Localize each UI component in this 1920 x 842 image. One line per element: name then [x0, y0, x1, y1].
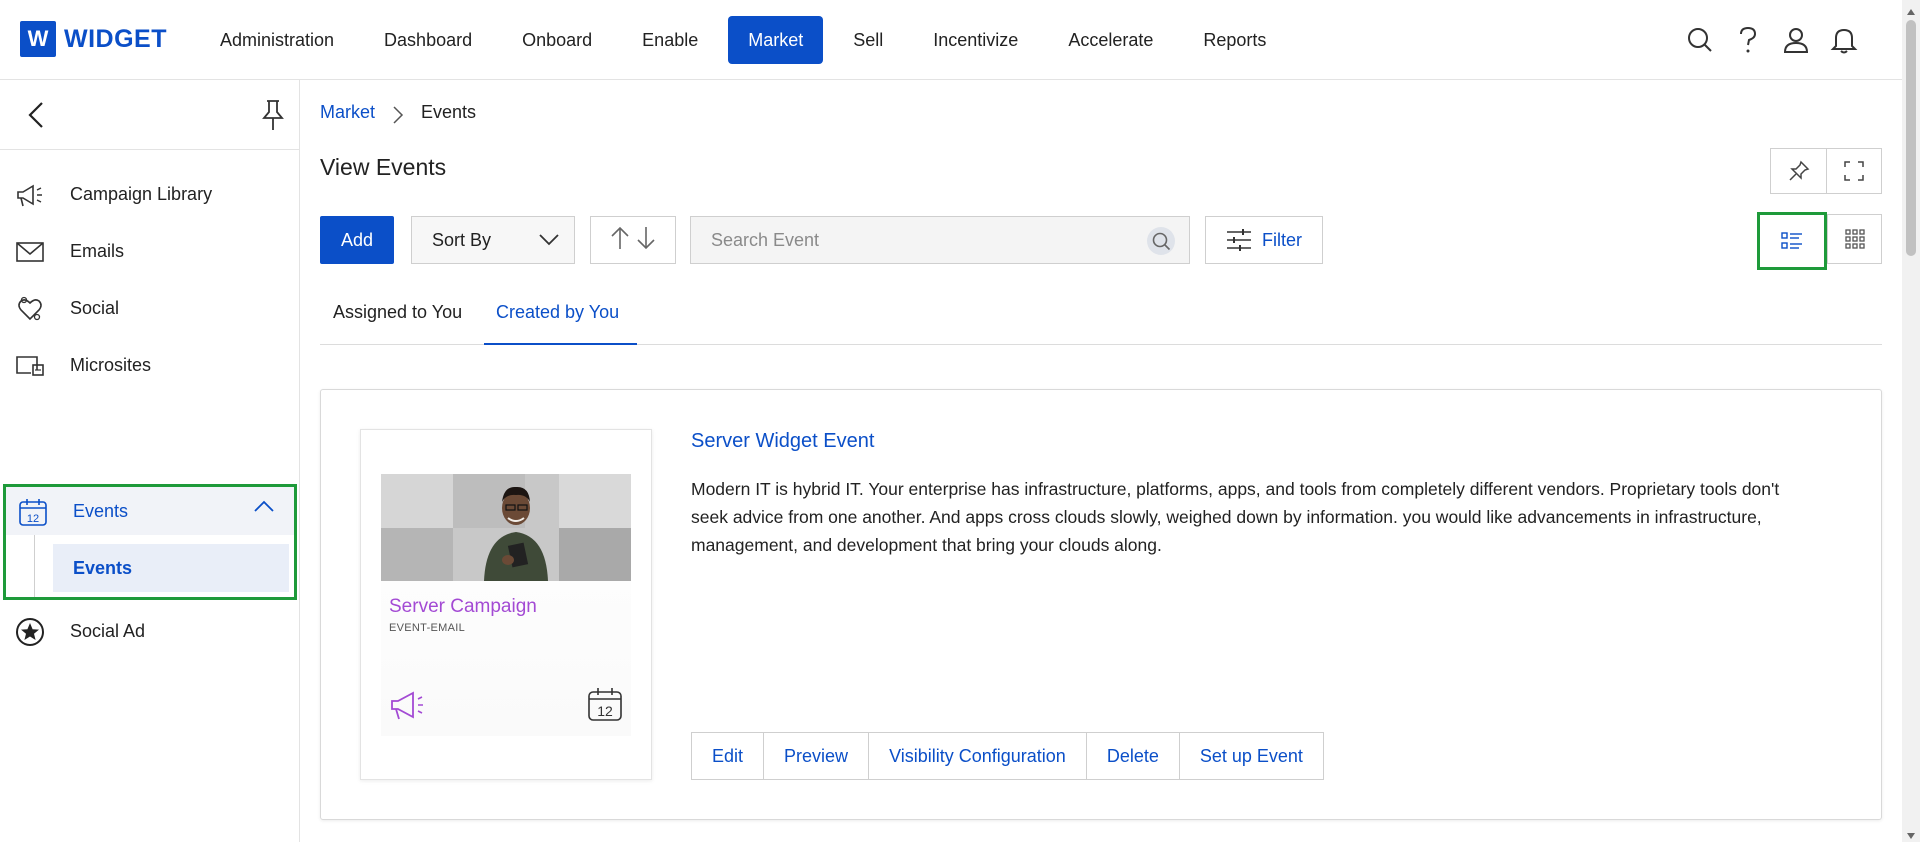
tabs: Assigned to You Created by You	[320, 302, 1882, 345]
delete-button[interactable]: Delete	[1085, 733, 1179, 779]
tab-created-by-you[interactable]: Created by You	[484, 302, 637, 345]
logo-text: WIDGET	[64, 24, 167, 53]
set-up-event-button[interactable]: Set up Event	[1178, 733, 1323, 779]
sort-direction-button[interactable]	[590, 216, 676, 264]
tab-assigned-to-you[interactable]: Assigned to You	[333, 302, 462, 345]
nav-accelerate[interactable]: Accelerate	[1048, 16, 1173, 64]
sidebar: Campaign Library Emails Social Microsite…	[0, 80, 300, 842]
grid-view-button[interactable]	[1827, 214, 1882, 264]
view-toggle	[1757, 212, 1882, 270]
calendar-day: 12	[27, 513, 39, 525]
user-icon[interactable]	[1778, 22, 1814, 58]
arrow-up-icon	[609, 225, 631, 256]
filter-button[interactable]: Filter	[1205, 216, 1323, 264]
nav-sell[interactable]: Sell	[833, 16, 903, 64]
header-actions	[1770, 148, 1882, 194]
grid-view-icon	[1844, 229, 1865, 249]
visibility-configuration-button[interactable]: Visibility Configuration	[868, 733, 1086, 779]
pin-icon[interactable]	[1771, 149, 1826, 193]
megaphone-icon	[14, 179, 46, 211]
fullscreen-icon[interactable]	[1826, 149, 1881, 193]
tree-line	[34, 535, 35, 597]
megaphone-icon	[389, 688, 431, 722]
filter-label: Filter	[1262, 229, 1302, 250]
sidebar-item-label: Social Ad	[70, 621, 146, 641]
event-card: Server Campaign EVENT-EMAIL 12 Server Wi…	[320, 389, 1882, 820]
list-view-button[interactable]	[1757, 212, 1827, 270]
event-title[interactable]: Server Widget Event	[691, 430, 874, 453]
sidebar-item-campaign-library[interactable]: Campaign Library	[0, 166, 298, 223]
nav-incentivize[interactable]: Incentivize	[913, 16, 1038, 64]
sidebar-events-group: 12 Events Events	[3, 484, 297, 600]
nav-administration[interactable]: Administration	[200, 16, 354, 64]
thumbnail-content: Server Campaign EVENT-EMAIL 12	[381, 474, 631, 736]
envelope-icon	[14, 236, 46, 268]
scroll-up-arrow-icon[interactable]	[1906, 4, 1916, 15]
thumbnail-title: Server Campaign	[389, 596, 537, 617]
search-icon[interactable]	[1682, 22, 1718, 58]
person-illustration	[484, 486, 548, 581]
scrollbar-thumb[interactable]	[1906, 20, 1916, 256]
nav-market[interactable]: Market	[728, 16, 824, 64]
chevron-left-icon[interactable]	[22, 100, 52, 130]
breadcrumb-current: Events	[421, 102, 477, 122]
page-scrollbar[interactable]	[1902, 0, 1920, 842]
preview-button[interactable]: Preview	[763, 733, 868, 779]
chevron-right-icon	[391, 105, 405, 124]
sort-by-label: Sort By	[432, 229, 492, 250]
arrow-down-icon	[635, 225, 657, 256]
search-input[interactable]	[691, 217, 1131, 263]
sidebar-item-label: Campaign Library	[70, 184, 213, 204]
scroll-down-arrow-icon[interactable]	[1906, 828, 1916, 839]
sidebar-item-microsites[interactable]: Microsites	[0, 337, 298, 394]
sidebar-item-label: Emails	[70, 241, 125, 261]
nav-dashboard[interactable]: Dashboard	[364, 16, 492, 64]
pin-icon[interactable]	[258, 98, 288, 132]
sidebar-item-label: Microsites	[70, 355, 152, 375]
list-view-icon	[1781, 232, 1802, 249]
nav-onboard[interactable]: Onboard	[502, 16, 612, 64]
event-description: Modern IT is hybrid IT. Your enterprise …	[691, 479, 1780, 555]
top-navigation-bar: W WIDGET Administration Dashboard Onboar…	[0, 0, 1902, 80]
bell-icon[interactable]	[1826, 22, 1862, 58]
sidebar-item-events-row: 12 Events	[3, 483, 291, 540]
sort-by-dropdown[interactable]: Sort By	[411, 216, 575, 264]
event-thumbnail[interactable]: Server Campaign EVENT-EMAIL 12	[360, 429, 652, 780]
nav-enable[interactable]: Enable	[622, 16, 718, 64]
top-icons	[1670, 22, 1862, 58]
sidebar-item-social-ad[interactable]: Social Ad	[0, 603, 298, 660]
edit-button[interactable]: Edit	[692, 733, 763, 779]
add-button[interactable]: Add	[320, 216, 394, 264]
calendar-icon: 12	[587, 686, 623, 722]
search-icon[interactable]	[1147, 227, 1175, 255]
breadcrumb-market[interactable]: Market	[320, 102, 375, 123]
logo-mark: W	[20, 21, 56, 57]
star-badge-icon	[14, 616, 46, 648]
sliders-icon	[1227, 229, 1251, 251]
event-actions: Edit Preview Visibility Configuration De…	[691, 732, 1324, 780]
page-title: View Events	[320, 154, 447, 180]
microsite-icon	[14, 350, 46, 382]
thumbnail-photo	[381, 474, 631, 581]
calendar-icon: 12	[17, 496, 49, 528]
chevron-up-icon[interactable]	[253, 499, 275, 518]
main-nav: Administration Dashboard Onboard Enable …	[200, 16, 1296, 64]
social-icon	[14, 293, 46, 325]
breadcrumb: Market Events	[320, 102, 477, 124]
nav-reports[interactable]: Reports	[1183, 16, 1286, 64]
sidebar-item-emails[interactable]: Emails	[0, 223, 298, 280]
sidebar-item-label: Events	[73, 501, 129, 521]
sidebar-item-label: Social	[70, 298, 120, 318]
help-icon[interactable]	[1730, 22, 1766, 58]
search-box	[690, 216, 1190, 264]
chevron-down-icon	[538, 229, 560, 251]
thumbnail-subtitle: EVENT-EMAIL	[389, 622, 466, 634]
sidebar-subitem-events[interactable]: Events	[53, 544, 289, 592]
sidebar-header	[0, 80, 299, 150]
toolbar: Add Sort By Filter	[320, 212, 1882, 270]
sidebar-item-social[interactable]: Social	[0, 280, 298, 337]
sidebar-item-events[interactable]: 12 Events	[6, 487, 294, 535]
brand-logo[interactable]: W WIDGET	[20, 21, 167, 57]
calendar-day: 12	[597, 703, 613, 719]
